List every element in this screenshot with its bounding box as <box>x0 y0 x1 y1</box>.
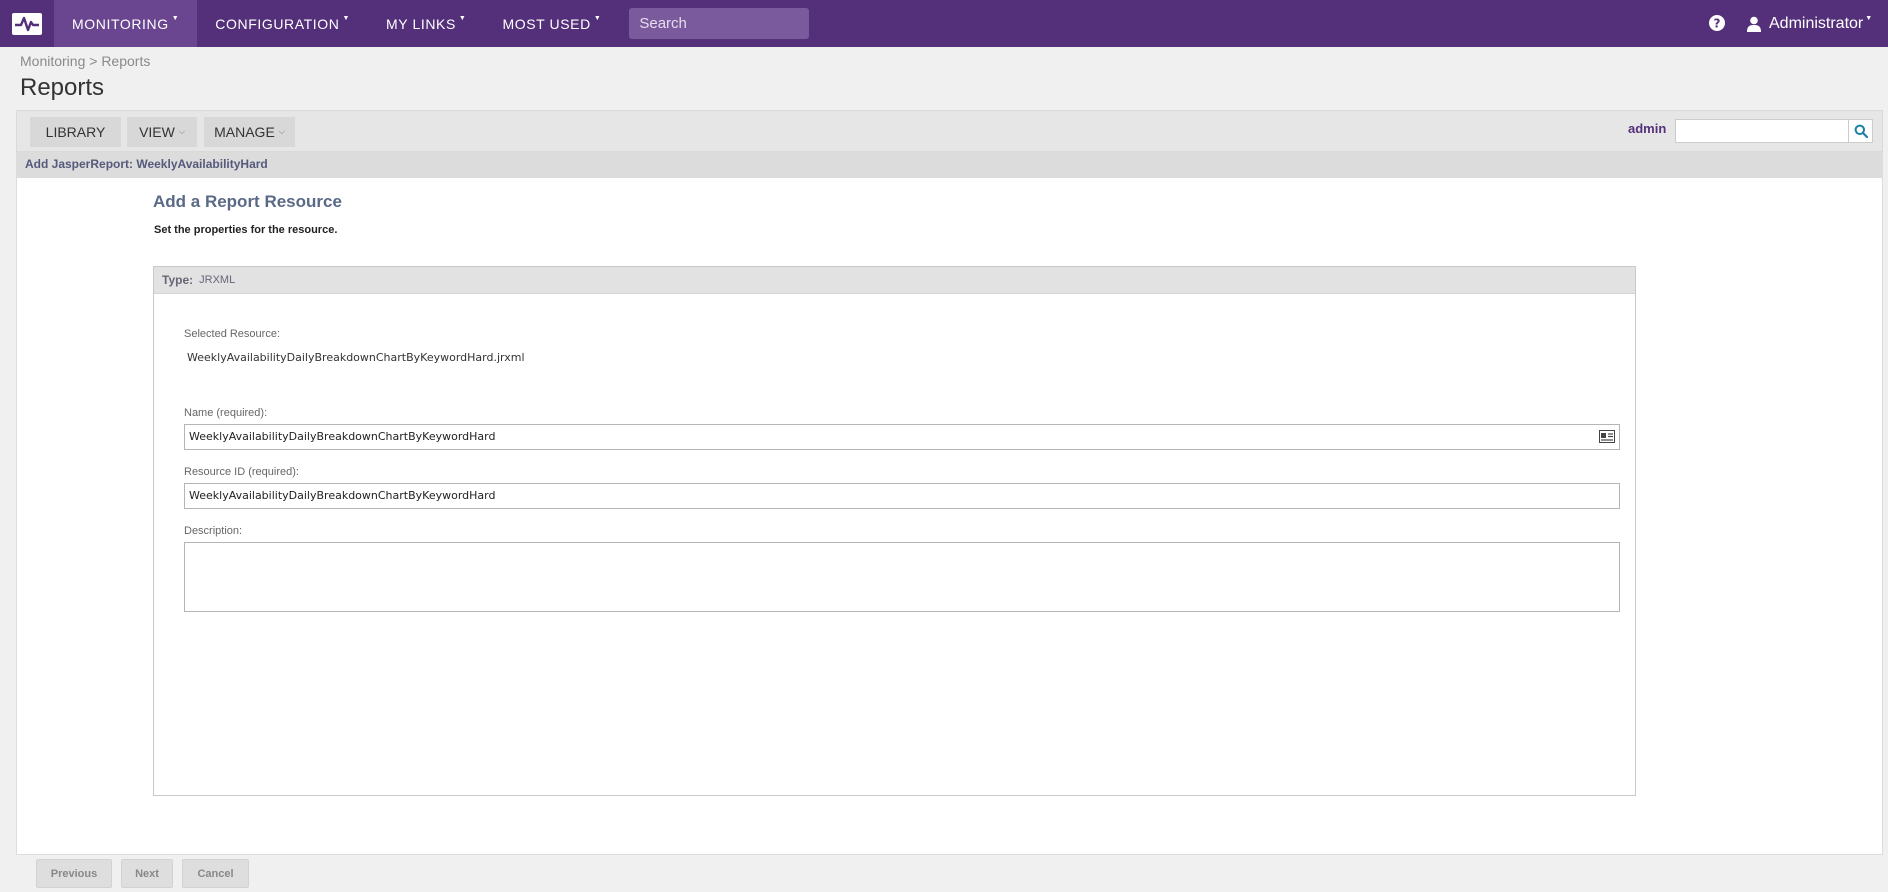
selected-resource-label: Selected Resource: <box>184 328 280 340</box>
pulse-logo-icon <box>12 12 42 35</box>
id-card-icon[interactable] <box>1599 430 1615 443</box>
resource-panel: Type: JRXML Selected Resource: WeeklyAva… <box>153 266 1636 796</box>
type-value: JRXML <box>199 274 236 286</box>
search-icon <box>1854 124 1868 138</box>
nav-my-links-label: MY LINKS <box>386 15 456 32</box>
view-menu-button[interactable]: VIEW ⌵ <box>127 117 197 147</box>
caret-down-icon: ▼ <box>171 15 180 22</box>
next-button[interactable]: Next <box>121 859 173 888</box>
resource-id-label: Resource ID (required): <box>184 466 299 478</box>
library-search-button[interactable] <box>1848 120 1872 142</box>
chevron-down-icon: ⌵ <box>178 127 185 136</box>
breadcrumb[interactable]: Monitoring > Reports <box>20 53 150 69</box>
previous-button[interactable]: Previous <box>36 859 112 888</box>
user-menu[interactable]: Administrator ▼ <box>1747 0 1872 47</box>
app-logo[interactable] <box>0 0 54 47</box>
nav-most-used[interactable]: MOST USED ▼ <box>484 0 619 47</box>
library-search-input[interactable] <box>1676 120 1848 142</box>
previous-button-label: Previous <box>50 867 98 880</box>
selected-resource-value: WeeklyAvailabilityDailyBreakdownChartByK… <box>187 351 525 364</box>
global-search-input[interactable] <box>639 15 839 32</box>
user-icon <box>1747 16 1761 32</box>
wizard-content: Add a Report Resource Set the properties… <box>16 178 1883 854</box>
library-button-label: LIBRARY <box>45 124 106 140</box>
resource-type-header: Type: JRXML <box>154 267 1635 294</box>
nav-configuration-label: CONFIGURATION <box>215 15 340 32</box>
caret-down-icon: ▼ <box>342 15 351 22</box>
chevron-down-icon: ⌵ <box>278 127 285 136</box>
nav-monitoring[interactable]: MONITORING ▼ <box>54 0 198 47</box>
global-search <box>629 8 839 39</box>
page-title: Reports <box>20 74 105 101</box>
wizard-footer: Previous Next Cancel <box>16 854 1883 892</box>
nav-configuration[interactable]: CONFIGURATION ▼ <box>197 0 368 47</box>
name-input[interactable]: WeeklyAvailabilityDailyBreakdownChartByK… <box>184 424 1620 450</box>
top-nav-bar: MONITORING ▼ CONFIGURATION ▼ MY LINKS ▼ MOS… <box>0 0 1888 47</box>
repository-toolbar: LIBRARY VIEW ⌵ MANAGE ⌵ admin <box>16 110 1883 152</box>
form-title: Add a Report Resource <box>153 192 342 211</box>
nav-my-links[interactable]: MY LINKS ▼ <box>368 0 484 47</box>
name-input-value: WeeklyAvailabilityDailyBreakdownChartByK… <box>189 430 496 443</box>
cancel-button-label: Cancel <box>197 867 234 880</box>
manage-button-label: MANAGE <box>214 124 275 140</box>
library-search <box>1675 119 1873 143</box>
type-label: Type: <box>162 273 194 287</box>
caret-down-icon: ▼ <box>593 15 602 22</box>
library-button[interactable]: LIBRARY <box>30 117 121 147</box>
nav-most-used-label: MOST USED <box>502 15 591 32</box>
logged-in-user[interactable]: admin <box>1628 121 1666 136</box>
help-icon[interactable]: ? <box>1707 13 1727 33</box>
name-label: Name (required): <box>184 407 268 419</box>
svg-text:?: ? <box>1714 17 1721 31</box>
resource-id-input-value: WeeklyAvailabilityDailyBreakdownChartByK… <box>189 489 496 502</box>
manage-menu-button[interactable]: MANAGE ⌵ <box>204 117 295 147</box>
description-label: Description: <box>184 525 243 537</box>
caret-down-icon: ▼ <box>1865 15 1873 22</box>
view-button-label: VIEW <box>139 124 175 140</box>
cancel-button[interactable]: Cancel <box>182 859 249 888</box>
form-description: Set the properties for the resource. <box>154 224 338 236</box>
resource-id-input[interactable]: WeeklyAvailabilityDailyBreakdownChartByK… <box>184 483 1620 509</box>
caret-down-icon: ▼ <box>458 15 467 22</box>
user-name: Administrator <box>1769 14 1864 32</box>
next-button-label: Next <box>135 867 159 880</box>
nav-monitoring-label: MONITORING <box>72 15 169 32</box>
wizard-subheader: Add JasperReport: WeeklyAvailabilityHard <box>16 152 1883 178</box>
description-textarea[interactable] <box>184 542 1620 612</box>
